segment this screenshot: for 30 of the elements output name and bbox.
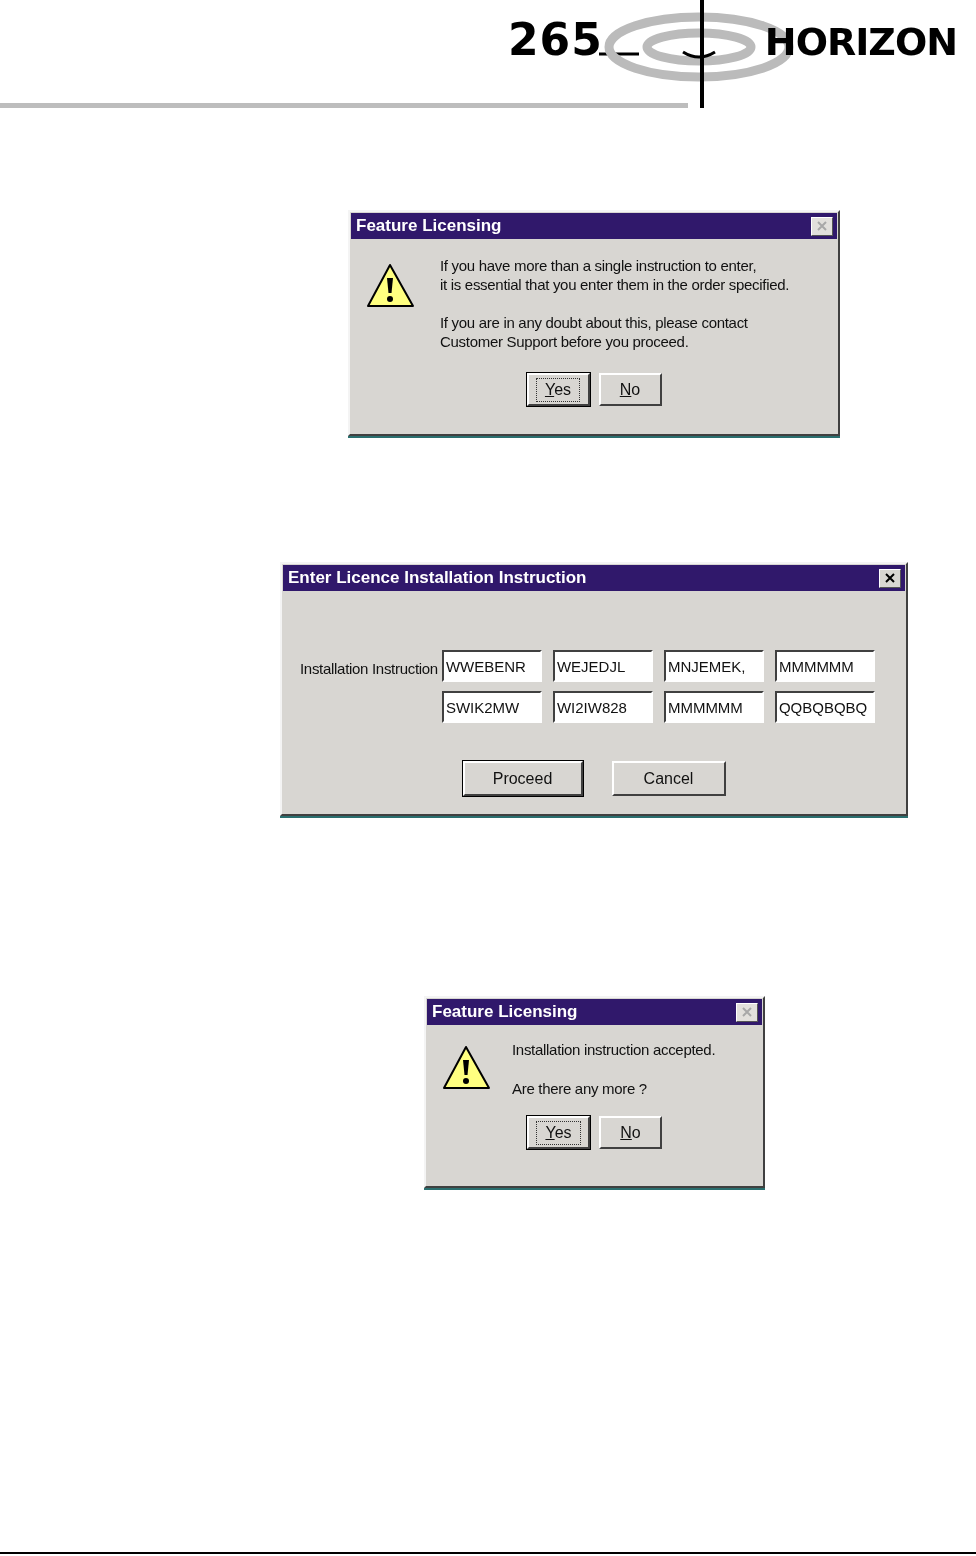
input-field[interactable]: WI2IW828 [552, 691, 653, 723]
input-field[interactable]: WEJEDJL [552, 650, 653, 682]
dialog-button[interactable]: No [599, 1116, 662, 1149]
message-text: Are there any more ? [512, 1079, 648, 1098]
input-field[interactable]: QQBQBQBQ [774, 691, 875, 723]
input-field[interactable]: MMMMMM [663, 691, 764, 723]
window-title: Feature Licensing [356, 216, 502, 236]
close-icon [817, 221, 827, 231]
input-field[interactable]: MNJEMEK, [663, 650, 764, 682]
dialog-button[interactable]: Cancel [611, 761, 726, 796]
message-text: Installation instruction accepted. [512, 1040, 716, 1059]
dialog-button[interactable]: Yes [526, 373, 590, 406]
window-title: Enter Licence Installation Instruction [288, 568, 587, 588]
input-field[interactable]: SWIK2MW [441, 691, 542, 723]
message-text: If you have more than a single instruction to enter, it is essential that you enter them in the order specified. [440, 256, 790, 294]
brand-logo-text: HORIZON [764, 22, 958, 62]
input-field[interactable]: WWEBENR [441, 650, 542, 682]
message-text: If you are in any doubt about this, please contact Customer Support before you proceed. [440, 313, 749, 351]
warning-icon [364, 262, 416, 310]
close-icon [885, 573, 895, 583]
field-label: Installation Instruction [300, 660, 438, 677]
window-title: Feature Licensing [432, 1002, 578, 1022]
page-number: 265 [508, 18, 603, 62]
dialog-button[interactable]: Yes [527, 1116, 590, 1149]
input-field[interactable]: MMMMMM [774, 650, 875, 682]
close-button[interactable] [879, 568, 901, 588]
close-icon [742, 1007, 752, 1017]
dialog-button[interactable]: Proceed [462, 761, 583, 796]
dialog-button[interactable]: No [598, 373, 662, 406]
warning-icon [440, 1044, 492, 1092]
